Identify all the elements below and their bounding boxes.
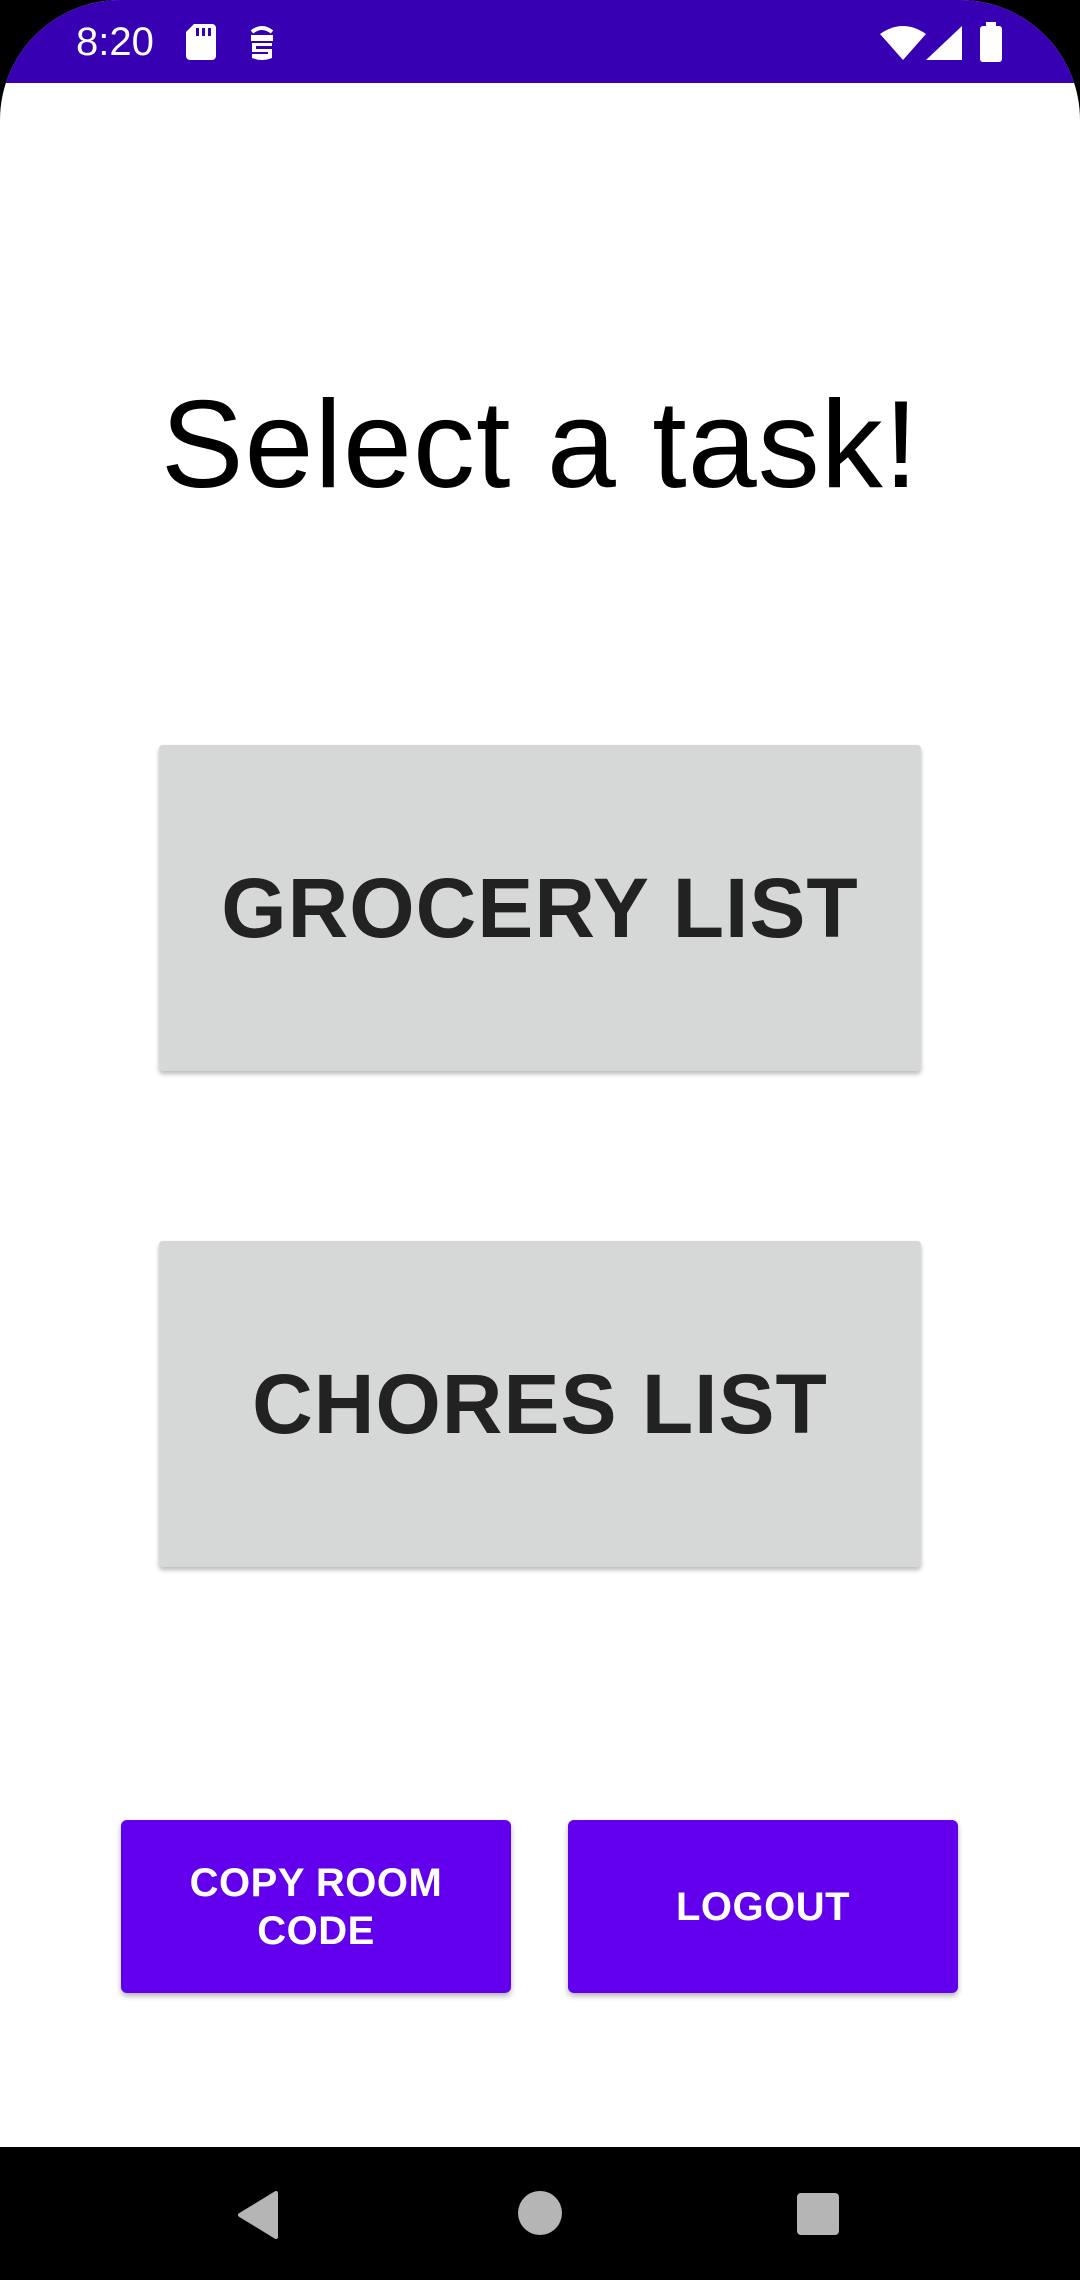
logout-button[interactable]: LOGOUT [568, 1820, 958, 1993]
grocery-list-button[interactable]: GROCERY LIST [159, 745, 921, 1071]
status-bar: 8:20 [0, 0, 1080, 83]
copy-room-code-button[interactable]: COPY ROOM CODE [121, 1820, 511, 1993]
chores-list-button[interactable]: CHORES LIST [159, 1241, 921, 1567]
page-title: Select a task! [160, 376, 920, 514]
navigation-bar [0, 2147, 1080, 2280]
status-time: 8:20 [76, 20, 154, 64]
home-icon[interactable] [518, 2191, 562, 2235]
wifi-icon [880, 26, 926, 60]
recents-icon[interactable] [797, 2193, 839, 2235]
app-screen: 8:20 Select a task! GROCERY LIST CHORES … [0, 0, 1080, 2280]
back-icon[interactable] [236, 2191, 280, 2239]
sd-card-icon [186, 24, 216, 60]
robot-icon [250, 26, 274, 60]
battery-icon [980, 22, 1002, 62]
cell-signal-icon [926, 26, 962, 60]
